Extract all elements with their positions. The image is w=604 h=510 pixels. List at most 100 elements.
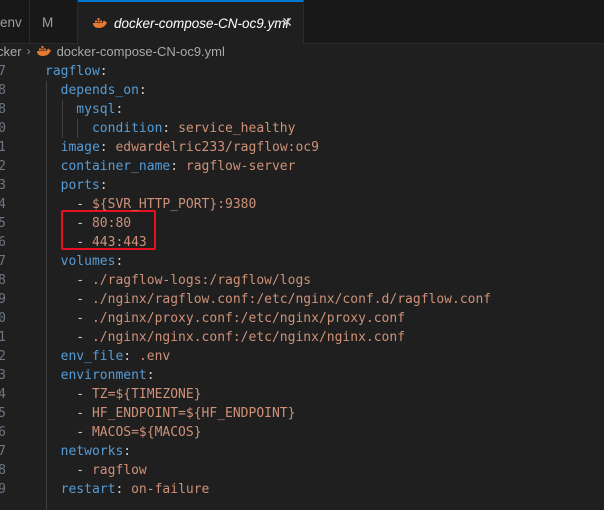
code-text: container_name: ragflow-server <box>45 157 296 176</box>
yaml-key: volumes <box>45 254 116 269</box>
code-line[interactable]: 3 environment: <box>0 366 604 385</box>
code-line[interactable]: 0 - ./nginx/proxy.conf:/etc/nginx/proxy.… <box>0 309 604 328</box>
close-icon[interactable]: ✕ <box>281 14 293 31</box>
yaml-value: 443:443 <box>91 235 147 250</box>
code-text: - 443:443 <box>45 233 147 252</box>
line-number: 1 <box>0 140 6 155</box>
yaml-key: ragflow <box>45 64 100 79</box>
code-line[interactable]: 7 networks: <box>0 442 604 461</box>
code-line[interactable]: 4 - TZ=${TIMEZONE} <box>0 385 604 404</box>
code-text: ragflow: <box>45 62 108 81</box>
chevron-right-icon: › <box>26 44 31 58</box>
code-line[interactable]: 8 depends_on: <box>0 81 604 100</box>
yaml-punct: - <box>45 330 92 345</box>
code-line[interactable]: 7 ragflow: <box>0 62 604 81</box>
code-line[interactable]: 1 - ./nginx/nginx.conf:/etc/nginx/nginx.… <box>0 328 604 347</box>
line-number: 5 <box>0 216 6 231</box>
yaml-punct: - <box>45 311 92 326</box>
code-text: volumes: <box>45 252 124 271</box>
code-text: condition: service_healthy <box>45 119 296 138</box>
tab-modified-label: M <box>42 14 54 30</box>
code-text: depends_on: <box>45 81 147 100</box>
code-text: networks: <box>45 442 131 461</box>
breadcrumb-file[interactable]: docker-compose-CN-oc9.yml <box>57 44 225 59</box>
line-number: 8 <box>0 273 6 288</box>
line-number: 2 <box>0 349 6 364</box>
code-text: image: edwardelric233/ragflow:oc9 <box>45 138 319 157</box>
yaml-value: .env <box>138 349 171 364</box>
tab-docker-compose[interactable]: docker-compose-CN-oc9.yml ✕ <box>78 0 304 44</box>
line-number: 1 <box>0 330 6 345</box>
yaml-value: service_healthy <box>178 121 296 136</box>
code-line[interactable]: 2 container_name: ragflow-server <box>0 157 604 176</box>
code-text: env_file: .env <box>45 347 171 366</box>
tab-env-label: env <box>0 14 22 30</box>
yaml-punct: - <box>45 425 92 440</box>
yaml-punct: : <box>115 482 132 497</box>
code-text: - ${SVR_HTTP_PORT}:9380 <box>45 195 256 214</box>
yaml-punct: : <box>99 64 108 79</box>
code-line[interactable]: 2 env_file: .env <box>0 347 604 366</box>
yaml-value: on-failure <box>131 482 210 497</box>
line-number: 8 <box>0 463 6 478</box>
yaml-punct: - <box>45 463 92 478</box>
code-line[interactable]: 9 restart: on-failure <box>0 480 604 499</box>
yaml-value: ./ragflow-logs:/ragflow/logs <box>91 273 312 288</box>
code-line[interactable]: 7 volumes: <box>0 252 604 271</box>
yaml-punct: - <box>45 387 92 402</box>
code-line[interactable]: 8 - ./ragflow-logs:/ragflow/logs <box>0 271 604 290</box>
line-number: 9 <box>0 292 6 307</box>
code-line[interactable]: 0 condition: service_healthy <box>0 119 604 138</box>
code-text: - ./nginx/ragflow.conf:/etc/nginx/conf.d… <box>45 290 491 309</box>
yaml-key: depends_on <box>45 83 139 98</box>
yaml-punct: - <box>45 292 92 307</box>
yaml-value: HF_ENDPOINT=${HF_ENDPOINT} <box>91 406 296 421</box>
line-number: 8 <box>0 83 6 98</box>
yaml-key: ports <box>45 178 100 193</box>
code-line[interactable]: 8 mysql: <box>0 100 604 119</box>
code-text: - HF_ENDPOINT=${HF_ENDPOINT} <box>45 404 295 423</box>
yaml-value: ./nginx/proxy.conf:/etc/nginx/proxy.conf <box>91 311 406 326</box>
yaml-value: ./nginx/nginx.conf:/etc/nginx/nginx.conf <box>91 330 406 345</box>
code-line[interactable]: 3 ports: <box>0 176 604 195</box>
yaml-punct: - <box>45 197 92 212</box>
code-line[interactable]: 6 - MACOS=${MACOS} <box>0 423 604 442</box>
yaml-key: env_file <box>45 349 124 364</box>
yaml-value: ./nginx/ragflow.conf:/etc/nginx/conf.d/r… <box>91 292 492 307</box>
code-text: - ./nginx/nginx.conf:/etc/nginx/nginx.co… <box>45 328 405 347</box>
yaml-value: ${SVR_HTTP_PORT}:9380 <box>91 197 257 212</box>
yaml-value: edwardelric233/ragflow:oc9 <box>115 140 319 155</box>
code-text: mysql: <box>45 100 123 119</box>
yaml-key: mysql <box>45 102 116 117</box>
tab-modified[interactable]: M <box>30 0 78 44</box>
line-number: 0 <box>0 121 6 136</box>
code-line[interactable]: 5 - HF_ENDPOINT=${HF_ENDPOINT} <box>0 404 604 423</box>
yaml-punct: : <box>99 178 108 193</box>
tab-env[interactable]: env <box>0 0 30 44</box>
yaml-value: TZ=${TIMEZONE} <box>91 387 202 402</box>
code-text: ports: <box>45 176 108 195</box>
docker-whale-icon <box>92 17 108 29</box>
code-text: - ./nginx/proxy.conf:/etc/nginx/proxy.co… <box>45 309 405 328</box>
yaml-key: condition <box>45 121 163 136</box>
yaml-value: ragflow <box>91 463 147 478</box>
line-number: 3 <box>0 368 6 383</box>
code-text: - MACOS=${MACOS} <box>45 423 201 442</box>
code-line[interactable]: 8 - ragflow <box>0 461 604 480</box>
yaml-punct: : <box>99 140 116 155</box>
yaml-punct: : <box>115 102 124 117</box>
docker-whale-icon <box>36 45 52 57</box>
code-line[interactable]: 9 - ./nginx/ragflow.conf:/etc/nginx/conf… <box>0 290 604 309</box>
line-number: 2 <box>0 159 6 174</box>
line-number: 3 <box>0 178 6 193</box>
yaml-punct: - <box>45 235 92 250</box>
code-line[interactable]: 4 - ${SVR_HTTP_PORT}:9380 <box>0 195 604 214</box>
breadcrumb-folder[interactable]: cker <box>0 44 22 59</box>
yaml-value: ragflow-server <box>185 159 296 174</box>
code-line[interactable]: 6 - 443:443 <box>0 233 604 252</box>
code-editor[interactable]: 7 ragflow: 8 depends_on: 8 mysql: 0 conditio… <box>0 62 604 510</box>
code-line[interactable]: 5 - 80:80 <box>0 214 604 233</box>
line-number: 6 <box>0 235 6 250</box>
code-line[interactable]: 1 image: edwardelric233/ragflow:oc9 <box>0 138 604 157</box>
line-number: 6 <box>0 425 6 440</box>
